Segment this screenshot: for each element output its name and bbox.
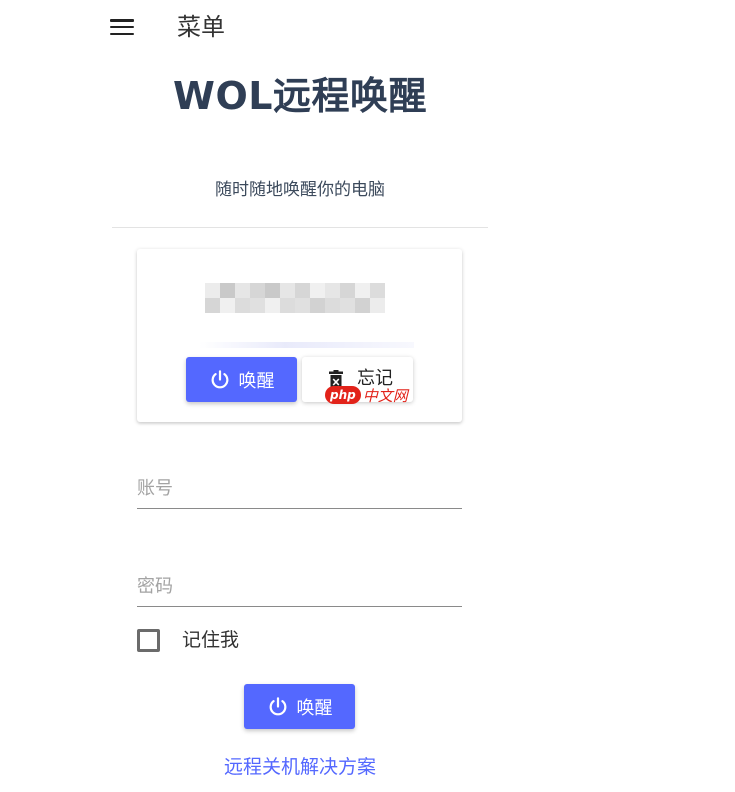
account-field[interactable]: [137, 469, 462, 509]
device-forget-label: 忘记: [357, 368, 393, 389]
power-icon: [269, 696, 286, 715]
page-title: WOL远程唤醒: [173, 74, 427, 118]
divider: [112, 227, 488, 228]
device-name-redacted: [205, 283, 385, 313]
trash-icon: [329, 370, 343, 390]
menu-label[interactable]: 菜单: [177, 12, 225, 42]
wake-button[interactable]: 唤醒: [244, 684, 355, 729]
account-input[interactable]: [137, 469, 462, 508]
remember-me-checkbox[interactable]: [137, 629, 160, 652]
password-field[interactable]: [137, 567, 462, 607]
device-card: 唤醒 忘记 php 中文网: [137, 249, 462, 422]
device-wake-button[interactable]: 唤醒: [186, 357, 297, 402]
power-icon: [211, 369, 228, 388]
password-input[interactable]: [137, 567, 462, 606]
card-shade: [199, 342, 414, 348]
remember-me-label[interactable]: 记住我: [182, 627, 239, 653]
device-forget-button[interactable]: 忘记: [302, 357, 413, 402]
page: 菜单 WOL远程唤醒 随时随地唤醒你的电脑 唤醒 忘记 php 中文网 账号 记…: [0, 0, 735, 792]
device-wake-label: 唤醒: [238, 370, 275, 392]
remote-shutdown-link[interactable]: 远程关机解决方案: [0, 754, 600, 780]
wake-button-label: 唤醒: [296, 697, 333, 719]
page-subtitle: 随时随地唤醒你的电脑: [215, 180, 385, 200]
hamburger-menu-icon[interactable]: [110, 17, 134, 37]
